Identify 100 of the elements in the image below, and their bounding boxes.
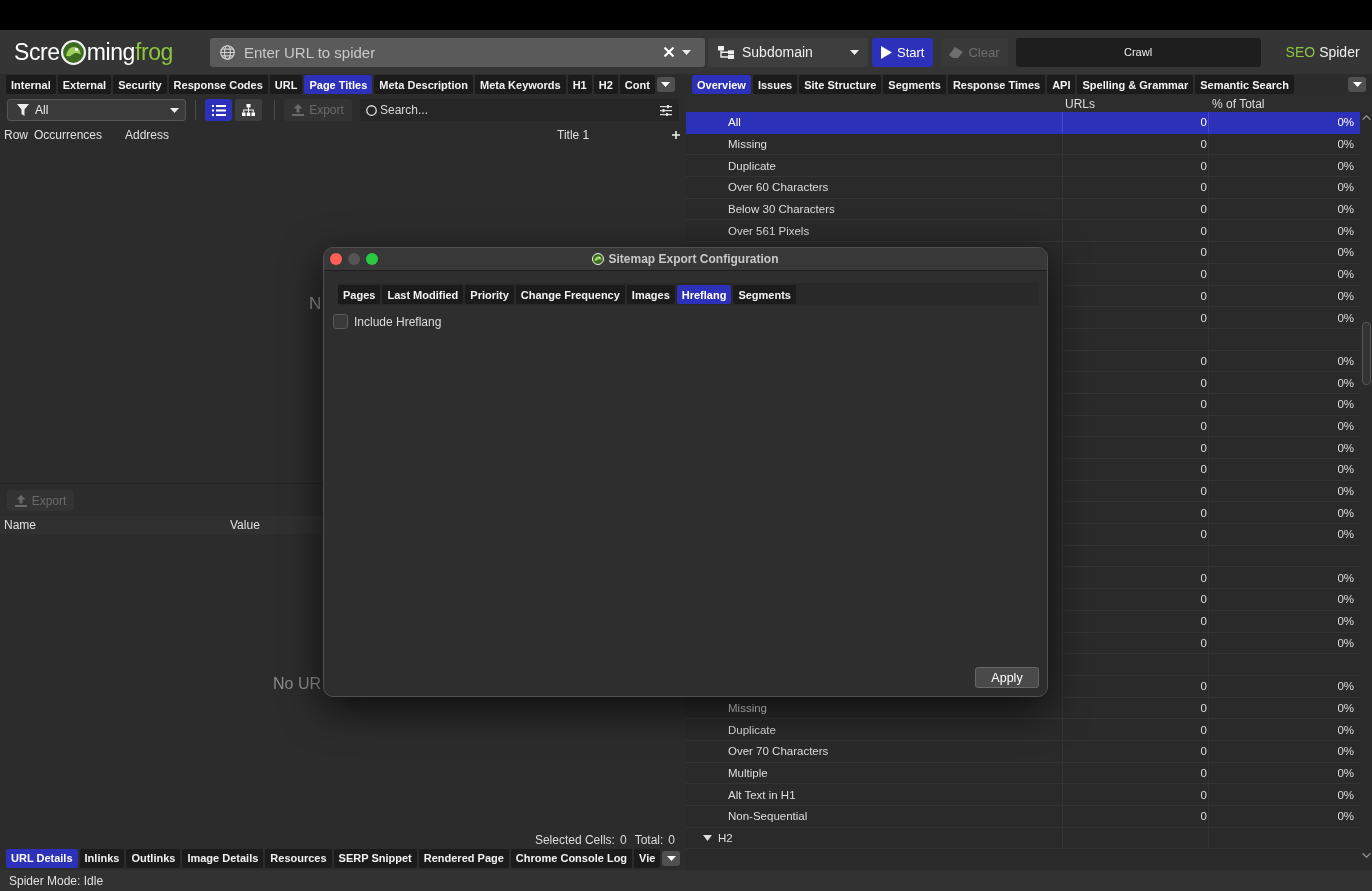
table-row[interactable]: Over 60 Characters 0 0% (686, 177, 1360, 199)
mode-dropdown[interactable]: Subdomain (708, 37, 868, 67)
chevron-up-icon[interactable] (1361, 115, 1371, 120)
tab[interactable]: Images (626, 285, 675, 304)
caret-down-icon[interactable] (682, 49, 691, 55)
tab[interactable]: External (57, 75, 112, 94)
tab[interactable]: H2 (593, 75, 618, 94)
scrollbar-thumb[interactable] (1361, 322, 1371, 385)
tab[interactable]: Image Details (182, 848, 264, 868)
tab[interactable]: Segments (883, 75, 946, 94)
tab[interactable]: URL Details (6, 848, 78, 868)
list-icon (211, 104, 226, 116)
tab[interactable]: Cont (619, 75, 655, 94)
table-row[interactable]: 0 0% (1062, 393, 1360, 416)
caret-down-icon[interactable] (703, 835, 712, 842)
table-row[interactable]: 0 0% (1062, 632, 1360, 655)
tab[interactable]: Response Times (947, 75, 1046, 94)
tab[interactable]: Inlinks (79, 848, 125, 868)
percent-value: 0% (1337, 506, 1354, 519)
tab[interactable]: Resources (265, 848, 332, 868)
checkbox[interactable] (333, 314, 348, 329)
globe-icon (220, 44, 235, 60)
tab[interactable]: Meta Keywords (474, 75, 566, 94)
tab[interactable]: Segments (733, 285, 796, 304)
window-close-icon[interactable] (330, 253, 342, 265)
tab[interactable]: Overview (692, 75, 751, 94)
table-row[interactable]: 0 0% (1062, 263, 1360, 286)
table-row[interactable]: Over 70 Characters 0 0% (686, 740, 1360, 763)
tab[interactable]: Chrome Console Log (510, 848, 633, 868)
percent-value: 0% (1337, 593, 1354, 606)
list-view-button[interactable] (205, 99, 232, 121)
tab[interactable]: SERP Snippet (333, 848, 417, 868)
tab[interactable]: URL (269, 75, 303, 94)
table-row[interactable]: Non-Sequential 0 0% (686, 806, 1360, 828)
tab[interactable]: Outlinks (126, 848, 181, 868)
tab[interactable]: Hreflang (676, 285, 732, 304)
tab[interactable]: H1 (567, 75, 592, 94)
tab[interactable]: Rendered Page (418, 848, 509, 868)
search-field[interactable]: Search... (360, 99, 679, 121)
table-row[interactable]: 0 0% (1062, 502, 1360, 525)
filter-label: Missing (728, 701, 767, 714)
table-row[interactable]: Alt Text in H1 0 0% (686, 784, 1360, 806)
tab[interactable]: Meta Description (374, 75, 473, 94)
table-row[interactable]: 0 0% (1062, 285, 1360, 308)
url-count: 0 (1200, 636, 1207, 649)
table-row[interactable]: 0 0% (1062, 567, 1360, 590)
tree-view-button[interactable] (235, 99, 262, 121)
table-row[interactable]: H2 (686, 827, 1360, 850)
filter-dropdown[interactable]: All (7, 99, 186, 121)
window-maximize-icon[interactable] (366, 253, 378, 265)
table-row[interactable]: 0 0% (1062, 675, 1360, 698)
checkbox-label[interactable]: Include Hreflang (354, 314, 442, 329)
plus-icon[interactable] (672, 131, 680, 139)
tab[interactable]: Semantic Search (1195, 75, 1294, 94)
tab[interactable]: Page Titles (304, 75, 373, 94)
percent-value: 0% (1337, 203, 1354, 216)
table-row[interactable]: 0 0% (1062, 307, 1360, 329)
hierarchy-icon (242, 104, 255, 116)
tab-overflow-button[interactable] (662, 850, 681, 866)
tab[interactable]: Last Modified (382, 285, 464, 304)
tab[interactable]: Priority (465, 285, 514, 304)
tab[interactable]: Pages (338, 285, 381, 304)
close-icon[interactable] (664, 47, 674, 57)
table-row[interactable]: 0 0% (1062, 437, 1360, 459)
percent-value: 0% (1337, 723, 1354, 736)
table-row[interactable]: Duplicate 0 0% (686, 719, 1360, 741)
table-row[interactable]: 0 0% (1062, 459, 1360, 481)
percent-value: 0% (1337, 528, 1354, 541)
table-row[interactable]: Over 561 Pixels 0 0% (686, 220, 1360, 243)
tab[interactable]: Response Codes (168, 75, 268, 94)
tab[interactable]: Spelling & Grammar (1077, 75, 1194, 94)
table-row[interactable]: All 0 0% (686, 112, 1360, 134)
tab[interactable]: Vie (634, 848, 661, 868)
tab[interactable]: Issues (752, 75, 798, 94)
table-row[interactable]: 0 0% (1062, 372, 1360, 394)
table-row[interactable]: 0 0% (1062, 480, 1360, 503)
table-row[interactable]: Missing 0 0% (686, 697, 1360, 720)
table-row[interactable]: 0 0% (1062, 610, 1360, 633)
table-row[interactable]: 0 0% (1062, 524, 1360, 546)
table-row[interactable]: Below 30 Characters 0 0% (686, 198, 1360, 221)
url-field[interactable]: Enter URL to spider (210, 37, 705, 67)
url-count: 0 (1200, 419, 1207, 432)
tab[interactable]: Change Frequency (515, 285, 625, 304)
tab[interactable]: Internal (6, 75, 56, 94)
table-row[interactable]: 0 0% (1062, 350, 1360, 373)
table-row[interactable]: Duplicate 0 0% (686, 155, 1360, 178)
tab[interactable]: Security (113, 75, 167, 94)
table-row[interactable]: 0 0% (1062, 242, 1360, 264)
sliders-icon[interactable] (660, 104, 672, 116)
chevron-down-icon[interactable] (1361, 853, 1371, 858)
tab-overflow-button[interactable] (1348, 77, 1366, 92)
tab[interactable]: Site Structure (799, 75, 882, 94)
start-button[interactable]: Start (872, 37, 934, 67)
table-row[interactable]: Missing 0 0% (686, 133, 1360, 156)
table-row[interactable]: 0 0% (1062, 415, 1360, 438)
tab[interactable]: API (1047, 75, 1076, 94)
table-row[interactable]: 0 0% (1062, 589, 1360, 611)
apply-button[interactable]: Apply (975, 667, 1039, 688)
tab-overflow-button[interactable] (656, 77, 675, 92)
table-row[interactable]: Multiple 0 0% (686, 762, 1360, 785)
